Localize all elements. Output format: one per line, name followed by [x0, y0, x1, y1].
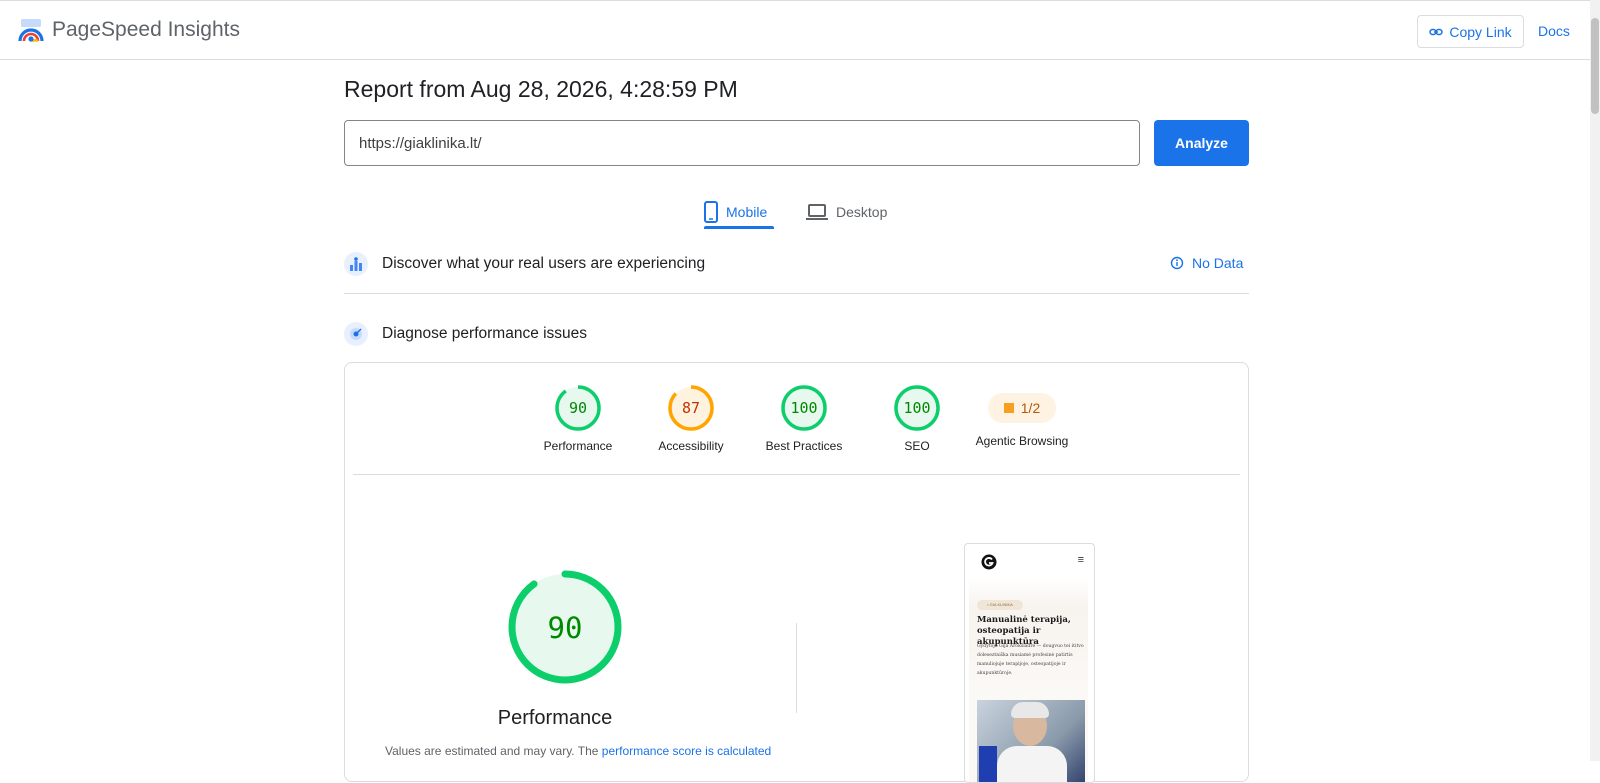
score-label: Best Practices	[765, 439, 843, 453]
preview-coat	[997, 746, 1067, 782]
tab-mobile[interactable]: Mobile	[704, 194, 774, 230]
site-logo-icon	[981, 554, 997, 570]
lighthouse-icon	[344, 322, 368, 346]
brand[interactable]: PageSpeed Insights	[18, 17, 240, 43]
link-icon	[1429, 28, 1444, 35]
hamburger-menu-icon: ≡	[1077, 554, 1084, 566]
brand-name: PageSpeed Insights	[52, 18, 240, 41]
score-gauge-ring: 100	[781, 385, 827, 431]
page-screenshot-preview: ≡ • GIA KLINIKA Manualinė terapija, oste…	[964, 543, 1095, 783]
agentic-pill: 1/2	[988, 393, 1056, 423]
real-users-section: Discover what your real users are experi…	[344, 252, 1249, 276]
gauge-best-practices[interactable]: 100 Best Practices	[749, 385, 859, 453]
top-bar: PageSpeed Insights Copy Link Docs	[0, 0, 1600, 60]
score-value: 100	[790, 399, 817, 417]
score-label: Accessibility	[658, 439, 724, 453]
report-title: Report from Aug 28, 2026, 4:28:59 PM	[344, 76, 738, 102]
info-icon	[1170, 256, 1184, 270]
score-label: SEO	[904, 439, 930, 453]
laptop-icon	[806, 204, 828, 220]
score-gauge-ring: 90	[555, 385, 601, 431]
score-value: 100	[903, 399, 930, 417]
analyze-button[interactable]: Analyze	[1154, 120, 1249, 166]
vertical-separator	[796, 623, 797, 713]
card-divider	[353, 474, 1240, 475]
copy-link-button[interactable]: Copy Link	[1417, 15, 1524, 48]
score-value: 87	[682, 399, 700, 417]
tab-mobile-label: Mobile	[726, 204, 768, 220]
preview-doctor-photo	[977, 700, 1085, 782]
performance-big-gauge: 90	[508, 570, 622, 684]
score-value: 90	[569, 399, 587, 417]
preview-paragraph: Gydytoja Gija Aroksladre — dougvuo tei i…	[977, 644, 1084, 676]
no-data-link[interactable]: No Data	[1170, 255, 1243, 271]
performance-big-label: Performance	[497, 707, 613, 729]
pagespeed-logo-icon	[18, 19, 44, 43]
score-label: Performance	[543, 439, 613, 453]
agentic-value: 1/2	[1020, 400, 1041, 416]
estimate-note: Values are estimated and may vary. The p…	[385, 744, 771, 758]
url-input[interactable]	[344, 120, 1140, 166]
real-users-title: Discover what your real users are experi…	[382, 255, 706, 272]
gauge-agentic-browsing[interactable]: 1/2 Agentic Browsing	[967, 385, 1077, 448]
gauge-accessibility[interactable]: 87 Accessibility	[636, 385, 746, 453]
lighthouse-card: 90 Performance 87 Accessibility 100 Best Prac…	[344, 362, 1249, 783]
estimate-note-text: Values are estimated and may vary. The	[385, 744, 602, 758]
agentic-label: Agentic Browsing	[975, 434, 1069, 448]
scrollbar-thumb[interactable]	[1591, 18, 1599, 114]
scrollbar[interactable]	[1590, 0, 1600, 761]
tab-desktop[interactable]: Desktop	[806, 194, 887, 230]
diagnose-title: Diagnose performance issues	[382, 325, 588, 342]
preview-hair	[1011, 702, 1049, 718]
gauge-seo[interactable]: 100 SEO	[862, 385, 972, 453]
section-divider	[344, 293, 1249, 294]
performance-big-value: 90	[548, 611, 583, 645]
tab-desktop-label: Desktop	[836, 204, 888, 220]
score-gauge-ring: 87	[668, 385, 714, 431]
no-data-label: No Data	[1192, 255, 1244, 271]
crux-chart-icon	[344, 252, 368, 276]
preview-monitor	[979, 746, 997, 782]
docs-link[interactable]: Docs	[1538, 23, 1570, 39]
phone-icon	[704, 201, 718, 223]
phone-screen: ≡ • GIA KLINIKA Manualinė terapija, oste…	[969, 548, 1088, 782]
preview-tag: • GIA KLINIKA	[977, 600, 1023, 610]
score-gauge-ring: 100	[894, 385, 940, 431]
gauge-performance[interactable]: 90 Performance	[523, 385, 633, 453]
diagnose-section: Diagnose performance issues	[344, 322, 1249, 346]
tab-active-indicator	[704, 226, 774, 229]
agentic-square-icon	[1003, 403, 1014, 413]
score-calculation-link[interactable]: performance score is calculated	[602, 744, 771, 758]
copy-link-label: Copy Link	[1449, 23, 1512, 40]
